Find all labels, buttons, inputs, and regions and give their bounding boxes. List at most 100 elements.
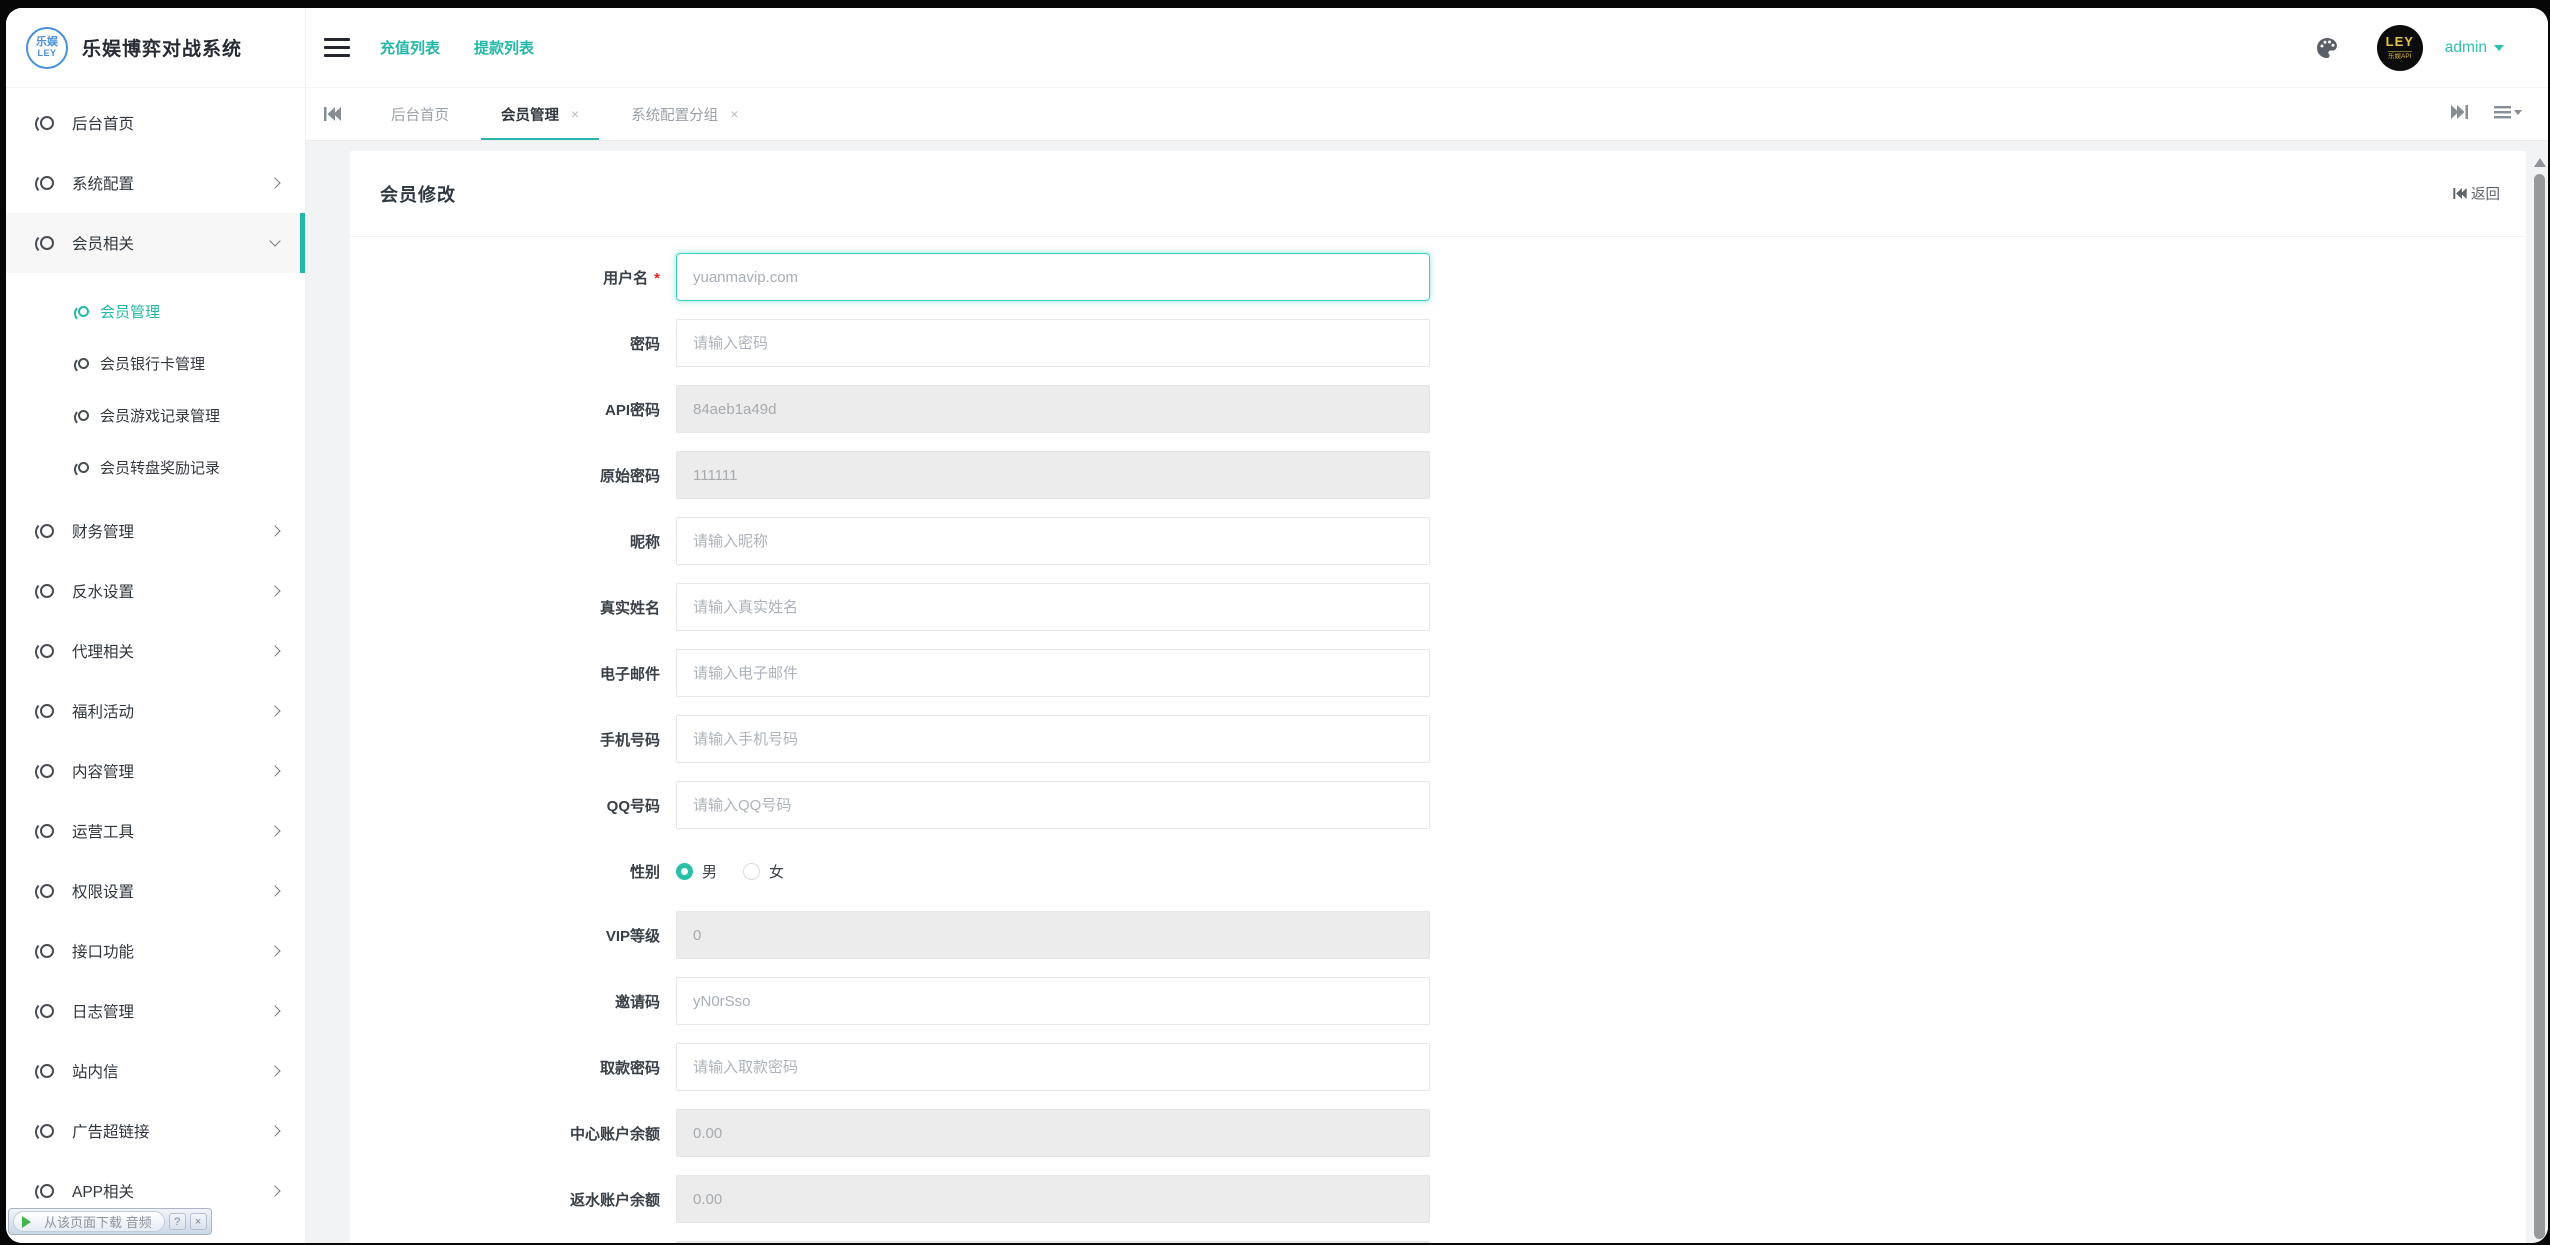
circle-icon <box>78 462 89 473</box>
sidebar-item[interactable]: 日志管理 <box>6 981 305 1041</box>
field-label: QQ号码 <box>350 795 660 816</box>
form-row: QQ号码 <box>350 781 2526 829</box>
field-control <box>676 977 1430 1025</box>
tab[interactable]: 会员管理× <box>475 88 605 140</box>
chevron-down-icon <box>269 235 280 246</box>
form-row: 电子邮件 <box>350 649 2526 697</box>
logo-text-bottom: LEY <box>37 49 56 58</box>
chevron-right-icon <box>269 1125 280 1136</box>
header-link[interactable]: 提款列表 <box>474 37 534 58</box>
back-label: 返回 <box>2471 183 2500 204</box>
header-right: LEY 乐娱API admin <box>2315 25 2504 71</box>
text-input[interactable] <box>676 319 1430 367</box>
field-control <box>676 517 1430 565</box>
back-button[interactable]: 返回 <box>2453 151 2500 236</box>
header-link[interactable]: 充值列表 <box>380 37 440 58</box>
download-close-button[interactable]: × <box>190 1213 207 1230</box>
circle-icon <box>40 764 54 778</box>
download-audio-button[interactable]: 从该页面下载 音频 <box>13 1211 165 1232</box>
circle-icon <box>40 1004 54 1018</box>
tab-close-icon[interactable]: × <box>730 106 738 122</box>
tabs-scroll-left-button[interactable] <box>306 88 359 140</box>
radio-label: 男 <box>702 861 717 882</box>
text-input[interactable] <box>676 517 1430 565</box>
sidebar-item[interactable]: 权限设置 <box>6 861 305 921</box>
radio-option[interactable]: 女 <box>743 861 784 882</box>
field-control <box>676 1241 1430 1243</box>
scrollbar-thumb[interactable] <box>2534 174 2545 1239</box>
tab-list: 后台首页会员管理× 系统配置分组 × <box>365 88 2425 140</box>
theme-palette-icon[interactable] <box>2315 36 2339 60</box>
chevron-right-icon <box>269 765 280 776</box>
text-input[interactable] <box>676 253 1430 301</box>
field-label-text: 手机号码 <box>600 732 660 749</box>
sidebar-item[interactable]: 广告超链接 <box>6 1101 305 1161</box>
sidebar-item[interactable]: 系统配置 <box>6 153 305 213</box>
field-label-text: QQ号码 <box>607 798 660 815</box>
field-label-text: 中心账户余额 <box>570 1126 660 1143</box>
chevron-down-icon <box>2494 45 2504 56</box>
tab[interactable]: 系统配置分组 × <box>605 88 764 140</box>
radio-option[interactable]: 男 <box>676 861 717 882</box>
sidebar-subitem[interactable]: 会员管理 <box>6 285 305 337</box>
field-label-text: 真实姓名 <box>600 600 660 617</box>
sidebar-item[interactable]: 内容管理 <box>6 741 305 801</box>
field-control <box>676 781 1430 829</box>
circle-icon <box>40 704 54 718</box>
text-input <box>676 1109 1430 1157</box>
form-row: 邀请码 <box>350 977 2526 1025</box>
field-control <box>676 1043 1430 1091</box>
tab[interactable]: 后台首页 <box>365 88 475 140</box>
sidebar-item[interactable]: 运营工具 <box>6 801 305 861</box>
text-input[interactable] <box>676 977 1430 1025</box>
text-input <box>676 385 1430 433</box>
sidebar-item[interactable]: 后台首页 <box>6 93 305 153</box>
field-control <box>676 451 1430 499</box>
text-input[interactable] <box>676 781 1430 829</box>
tab-label: 系统配置分组 <box>631 104 718 125</box>
download-help-button[interactable]: ? <box>169 1213 186 1230</box>
text-input[interactable] <box>676 1043 1430 1091</box>
tab-close-icon[interactable]: × <box>571 106 579 122</box>
field-control <box>676 583 1430 631</box>
circle-icon <box>78 410 89 421</box>
member-edit-card: 会员修改 返回 用户名*密码API密码原始密码昵称真实姓名电子邮件手机号码QQ号… <box>350 151 2526 1243</box>
sidebar-item-label: 日志管理 <box>72 1000 134 1022</box>
sidebar-item[interactable]: 会员相关 <box>6 213 305 273</box>
sidebar-item-label: 站内信 <box>72 1060 119 1082</box>
sidebar-item[interactable]: 福利活动 <box>6 681 305 741</box>
app-title: 乐娱博弈对战系统 <box>82 34 242 61</box>
sidebar-item-label: 权限设置 <box>72 880 134 902</box>
page-title: 会员修改 <box>380 181 456 207</box>
sidebar-item[interactable]: 反水设置 <box>6 561 305 621</box>
text-input[interactable] <box>676 715 1430 763</box>
field-label-text: 密码 <box>630 336 660 353</box>
radio-checked-icon[interactable] <box>676 863 693 880</box>
scrollbar-up-arrow[interactable] <box>2534 152 2546 167</box>
sidebar-item[interactable]: 财务管理 <box>6 501 305 561</box>
brand-logo-icon: 乐娱 LEY <box>26 27 68 69</box>
sidebar-item[interactable]: 代理相关 <box>6 621 305 681</box>
sidebar-subitem[interactable]: 会员转盘奖励记录 <box>6 441 305 493</box>
sidebar-toggle-icon[interactable] <box>324 38 350 57</box>
user-avatar[interactable]: LEY 乐娱API <box>2377 25 2423 71</box>
sidebar-subitem[interactable]: 会员游戏记录管理 <box>6 389 305 441</box>
field-label-text: API密码 <box>605 402 660 419</box>
radio-unchecked-icon[interactable] <box>743 863 760 880</box>
tabs-scroll-right-button[interactable] <box>2451 105 2468 124</box>
chevron-right-icon <box>269 585 280 596</box>
circle-icon <box>40 116 54 130</box>
sidebar-subitem-label: 会员游戏记录管理 <box>100 405 220 426</box>
text-input[interactable] <box>676 583 1430 631</box>
sidebar-subitem[interactable]: 会员银行卡管理 <box>6 337 305 389</box>
sidebar-item[interactable]: 站内信 <box>6 1041 305 1101</box>
tabs-menu-button[interactable] <box>2494 105 2522 124</box>
text-input[interactable] <box>676 649 1430 697</box>
circle-icon <box>40 1184 54 1198</box>
circle-icon <box>40 176 54 190</box>
field-label-text: 原始密码 <box>600 468 660 485</box>
field-label: 性别 <box>350 861 660 882</box>
user-menu[interactable]: admin <box>2445 39 2504 57</box>
form-row: API密码 <box>350 385 2526 433</box>
sidebar-item[interactable]: 接口功能 <box>6 921 305 981</box>
